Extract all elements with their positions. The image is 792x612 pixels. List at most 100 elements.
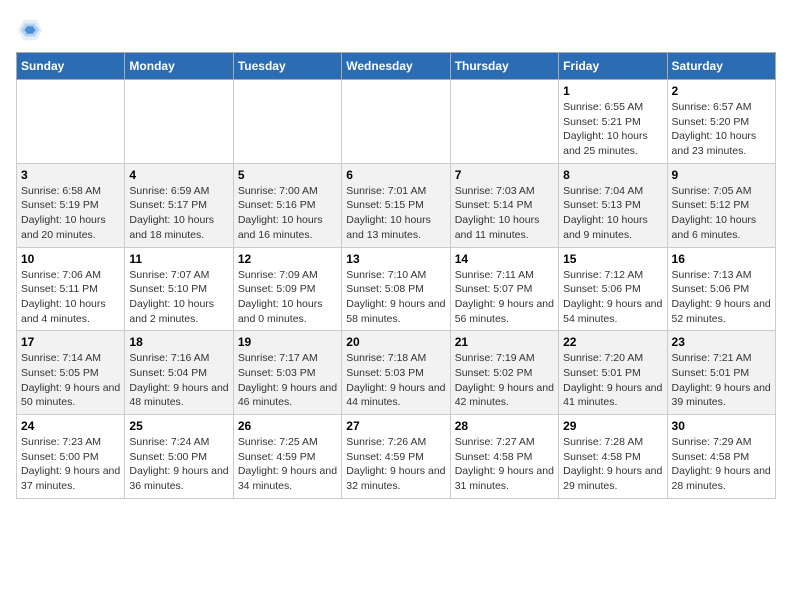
- day-info: Sunrise: 7:00 AM Sunset: 5:16 PM Dayligh…: [238, 184, 337, 243]
- calendar-cell: 14Sunrise: 7:11 AM Sunset: 5:07 PM Dayli…: [450, 247, 558, 331]
- calendar-cell: 2 Sunrise: 6:57 AM Sunset: 5:20 PM Daylig…: [667, 80, 775, 164]
- day-info: Sunrise: 7:16 AM Sunset: 5:04 PM Dayligh…: [129, 351, 228, 410]
- week-row-4: 17Sunrise: 7:14 AM Sunset: 5:05 PM Dayli…: [17, 331, 776, 415]
- day-number: 7: [455, 168, 554, 182]
- day-info: Sunrise: 6:55 AM Sunset: 5:21 PM Dayligh…: [563, 100, 662, 159]
- calendar-cell: 11Sunrise: 7:07 AM Sunset: 5:10 PM Dayli…: [125, 247, 233, 331]
- calendar-cell: 3 Sunrise: 6:58 AM Sunset: 5:19 PM Daylig…: [17, 163, 125, 247]
- weekday-header-tuesday: Tuesday: [233, 53, 341, 80]
- calendar-cell: [125, 80, 233, 164]
- calendar-cell: 29 Sunrise: 7:28 AM Sunset: 4:58 PM Dayli…: [559, 415, 667, 499]
- calendar-cell: 28 Sunrise: 7:27 AM Sunset: 4:58 PM Dayli…: [450, 415, 558, 499]
- day-info: Sunrise: 7:10 AM Sunset: 5:08 PM Dayligh…: [346, 268, 445, 327]
- logo: [16, 16, 48, 44]
- weekday-header-wednesday: Wednesday: [342, 53, 450, 80]
- day-info: Sunrise: 7:05 AM Sunset: 5:12 PM Dayligh…: [672, 184, 771, 243]
- day-info: Sunrise: 6:58 AM Sunset: 5:19 PM Dayligh…: [21, 184, 120, 243]
- day-info: Sunrise: 7:25 AM Sunset: 4:59 PM Dayligh…: [238, 435, 337, 494]
- day-number: 17: [21, 335, 120, 349]
- day-number: 24: [21, 419, 120, 433]
- day-info: Sunrise: 7:04 AM Sunset: 5:13 PM Dayligh…: [563, 184, 662, 243]
- day-number: 15: [563, 252, 662, 266]
- day-number: 13: [346, 252, 445, 266]
- calendar-cell: 4 Sunrise: 6:59 AM Sunset: 5:17 PM Daylig…: [125, 163, 233, 247]
- week-row-2: 3 Sunrise: 6:58 AM Sunset: 5:19 PM Daylig…: [17, 163, 776, 247]
- calendar-cell: 12Sunrise: 7:09 AM Sunset: 5:09 PM Dayli…: [233, 247, 341, 331]
- day-info: Sunrise: 7:07 AM Sunset: 5:10 PM Dayligh…: [129, 268, 228, 327]
- day-info: Sunrise: 7:24 AM Sunset: 5:00 PM Dayligh…: [129, 435, 228, 494]
- day-number: 30: [672, 419, 771, 433]
- calendar-cell: 13 Sunrise: 7:10 AM Sunset: 5:08 PM Dayli…: [342, 247, 450, 331]
- logo-icon: [16, 16, 44, 44]
- day-number: 4: [129, 168, 228, 182]
- day-info: Sunrise: 7:13 AM Sunset: 5:06 PM Dayligh…: [672, 268, 771, 327]
- day-number: 19: [238, 335, 337, 349]
- weekday-header-saturday: Saturday: [667, 53, 775, 80]
- day-number: 16: [672, 252, 771, 266]
- day-number: 2: [672, 84, 771, 98]
- day-number: 21: [455, 335, 554, 349]
- calendar-cell: 19 Sunrise: 7:17 AM Sunset: 5:03 PM Dayli…: [233, 331, 341, 415]
- calendar-cell: 8 Sunrise: 7:04 AM Sunset: 5:13 PM Daylig…: [559, 163, 667, 247]
- day-info: Sunrise: 6:59 AM Sunset: 5:17 PM Dayligh…: [129, 184, 228, 243]
- weekday-header-friday: Friday: [559, 53, 667, 80]
- week-row-1: 1 Sunrise: 6:55 AM Sunset: 5:21 PM Daylig…: [17, 80, 776, 164]
- day-info: Sunrise: 7:03 AM Sunset: 5:14 PM Dayligh…: [455, 184, 554, 243]
- day-info: Sunrise: 7:28 AM Sunset: 4:58 PM Dayligh…: [563, 435, 662, 494]
- calendar-cell: 23Sunrise: 7:21 AM Sunset: 5:01 PM Dayli…: [667, 331, 775, 415]
- day-number: 8: [563, 168, 662, 182]
- day-number: 1: [563, 84, 662, 98]
- calendar-cell: 21 Sunrise: 7:19 AM Sunset: 5:02 PM Dayli…: [450, 331, 558, 415]
- weekday-header-sunday: Sunday: [17, 53, 125, 80]
- day-info: Sunrise: 7:26 AM Sunset: 4:59 PM Dayligh…: [346, 435, 445, 494]
- calendar-cell: 17Sunrise: 7:14 AM Sunset: 5:05 PM Dayli…: [17, 331, 125, 415]
- day-number: 18: [129, 335, 228, 349]
- day-info: Sunrise: 6:57 AM Sunset: 5:20 PM Dayligh…: [672, 100, 771, 159]
- day-number: 25: [129, 419, 228, 433]
- calendar-cell: 26 Sunrise: 7:25 AM Sunset: 4:59 PM Dayli…: [233, 415, 341, 499]
- day-info: Sunrise: 7:19 AM Sunset: 5:02 PM Dayligh…: [455, 351, 554, 410]
- weekday-header-thursday: Thursday: [450, 53, 558, 80]
- calendar-cell: 10Sunrise: 7:06 AM Sunset: 5:11 PM Dayli…: [17, 247, 125, 331]
- weekday-header-monday: Monday: [125, 53, 233, 80]
- day-number: 22: [563, 335, 662, 349]
- day-number: 5: [238, 168, 337, 182]
- calendar-cell: 15 Sunrise: 7:12 AM Sunset: 5:06 PM Dayli…: [559, 247, 667, 331]
- calendar-cell: [342, 80, 450, 164]
- calendar-cell: [450, 80, 558, 164]
- calendar-cell: 18 Sunrise: 7:16 AM Sunset: 5:04 PM Dayli…: [125, 331, 233, 415]
- day-info: Sunrise: 7:12 AM Sunset: 5:06 PM Dayligh…: [563, 268, 662, 327]
- day-number: 3: [21, 168, 120, 182]
- day-info: Sunrise: 7:01 AM Sunset: 5:15 PM Dayligh…: [346, 184, 445, 243]
- day-number: 26: [238, 419, 337, 433]
- calendar-cell: [233, 80, 341, 164]
- day-info: Sunrise: 7:17 AM Sunset: 5:03 PM Dayligh…: [238, 351, 337, 410]
- calendar-table: SundayMondayTuesdayWednesdayThursdayFrid…: [16, 52, 776, 499]
- day-number: 12: [238, 252, 337, 266]
- day-number: 9: [672, 168, 771, 182]
- calendar-cell: 1 Sunrise: 6:55 AM Sunset: 5:21 PM Daylig…: [559, 80, 667, 164]
- day-number: 6: [346, 168, 445, 182]
- calendar-cell: 9 Sunrise: 7:05 AM Sunset: 5:12 PM Daylig…: [667, 163, 775, 247]
- calendar-cell: 5 Sunrise: 7:00 AM Sunset: 5:16 PM Daylig…: [233, 163, 341, 247]
- calendar-cell: 20Sunrise: 7:18 AM Sunset: 5:03 PM Dayli…: [342, 331, 450, 415]
- calendar-cell: 24 Sunrise: 7:23 AM Sunset: 5:00 PM Dayli…: [17, 415, 125, 499]
- calendar-cell: 30 Sunrise: 7:29 AM Sunset: 4:58 PM Dayli…: [667, 415, 775, 499]
- calendar-cell: 6 Sunrise: 7:01 AM Sunset: 5:15 PM Daylig…: [342, 163, 450, 247]
- week-row-3: 10Sunrise: 7:06 AM Sunset: 5:11 PM Dayli…: [17, 247, 776, 331]
- day-info: Sunrise: 7:27 AM Sunset: 4:58 PM Dayligh…: [455, 435, 554, 494]
- day-info: Sunrise: 7:29 AM Sunset: 4:58 PM Dayligh…: [672, 435, 771, 494]
- calendar-cell: 27 Sunrise: 7:26 AM Sunset: 4:59 PM Dayli…: [342, 415, 450, 499]
- calendar-cell: 25 Sunrise: 7:24 AM Sunset: 5:00 PM Dayli…: [125, 415, 233, 499]
- day-info: Sunrise: 7:23 AM Sunset: 5:00 PM Dayligh…: [21, 435, 120, 494]
- day-info: Sunrise: 7:18 AM Sunset: 5:03 PM Dayligh…: [346, 351, 445, 410]
- week-row-5: 24 Sunrise: 7:23 AM Sunset: 5:00 PM Dayli…: [17, 415, 776, 499]
- calendar-cell: 16 Sunrise: 7:13 AM Sunset: 5:06 PM Dayli…: [667, 247, 775, 331]
- calendar-cell: 22Sunrise: 7:20 AM Sunset: 5:01 PM Dayli…: [559, 331, 667, 415]
- day-number: 10: [21, 252, 120, 266]
- day-number: 14: [455, 252, 554, 266]
- calendar-cell: 7 Sunrise: 7:03 AM Sunset: 5:14 PM Daylig…: [450, 163, 558, 247]
- day-number: 29: [563, 419, 662, 433]
- day-number: 27: [346, 419, 445, 433]
- day-number: 28: [455, 419, 554, 433]
